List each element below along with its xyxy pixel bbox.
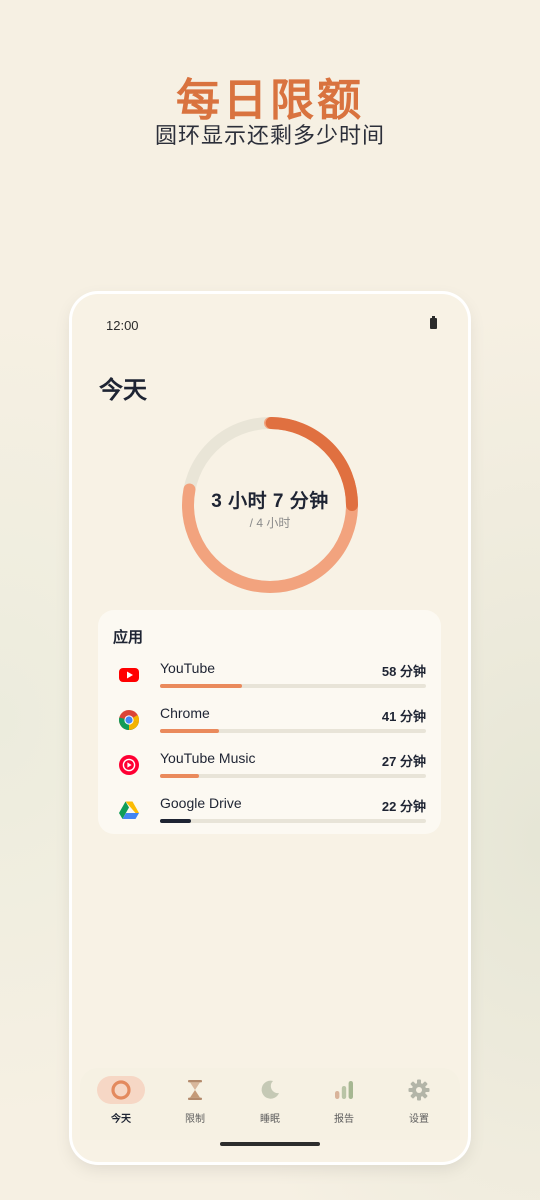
- page-title: 今天: [99, 377, 147, 404]
- usage-total: 3 小时 7 分钟: [211, 491, 329, 512]
- bottom-navigation: 今天 限制 睡眠 报告 设置: [80, 1068, 460, 1140]
- nav-label: 限制: [185, 1114, 205, 1125]
- apps-card: 应用 YouTube 58 分钟 Chrome 41 分钟 YouTube Mu…: [98, 610, 441, 834]
- app-name: Google Drive: [160, 795, 242, 811]
- usage-limit: / 4 小时: [249, 516, 291, 530]
- app-row-youtube-music[interactable]: YouTube Music 27 分钟: [98, 750, 441, 794]
- app-usage-fill: [160, 729, 219, 733]
- status-time: 12:00: [106, 318, 139, 333]
- nav-item-reports[interactable]: 报告: [309, 1076, 379, 1132]
- app-usage-bar: [160, 819, 426, 823]
- nav-item-settings[interactable]: 设置: [384, 1076, 454, 1132]
- nav-label: 今天: [111, 1114, 131, 1125]
- app-usage-fill: [160, 819, 191, 823]
- gear-icon: [408, 1079, 430, 1101]
- app-time: 22 分钟: [381, 799, 426, 814]
- nav-icon-container: [395, 1076, 443, 1104]
- google-drive-icon: [119, 801, 139, 819]
- youtube-music-icon: [119, 755, 139, 775]
- app-name: YouTube: [160, 660, 216, 676]
- app-usage-bar: [160, 684, 426, 688]
- youtube-icon: [119, 668, 139, 682]
- nav-item-sleep[interactable]: 睡眠: [235, 1076, 305, 1132]
- home-indicator[interactable]: [220, 1142, 320, 1146]
- moon-icon: [261, 1080, 279, 1099]
- nav-label: 睡眠: [260, 1114, 280, 1125]
- nav-icon-container: [246, 1076, 294, 1104]
- apps-heading: 应用: [113, 629, 144, 646]
- nav-item-limits[interactable]: 限制: [160, 1076, 230, 1132]
- nav-active-indicator: [97, 1076, 145, 1104]
- nav-item-today[interactable]: 今天: [86, 1076, 156, 1132]
- bar-chart-icon: [335, 1081, 353, 1099]
- promo-subtitle: 圆环显示还剩多少时间: [154, 123, 385, 148]
- hourglass-icon: [188, 1080, 202, 1100]
- app-row-chrome[interactable]: Chrome 41 分钟: [98, 705, 441, 749]
- app-time: 27 分钟: [381, 754, 426, 769]
- battery-icon: [430, 316, 437, 329]
- app-row-youtube[interactable]: YouTube 58 分钟: [98, 660, 441, 704]
- app-name: YouTube Music: [160, 750, 256, 766]
- app-row-google-drive[interactable]: Google Drive 22 分钟: [98, 795, 441, 839]
- nav-icon-container: [320, 1076, 368, 1104]
- app-time: 58 分钟: [381, 664, 426, 679]
- app-time: 41 分钟: [381, 709, 426, 724]
- nav-label: 设置: [409, 1114, 429, 1125]
- app-usage-fill: [160, 684, 243, 688]
- app-usage-fill: [160, 774, 199, 778]
- chrome-icon: [118, 710, 140, 731]
- phone-frame: 12:00 今天 3 小时 7 分钟 / 4 小时 应用 YouTube 58 …: [72, 294, 468, 1162]
- app-usage-bar: [160, 729, 426, 733]
- nav-label: 报告: [334, 1114, 354, 1125]
- app-name: Chrome: [160, 705, 210, 721]
- app-usage-bar: [160, 774, 426, 778]
- nav-icon-container: [171, 1076, 219, 1104]
- ring-icon: [111, 1080, 131, 1100]
